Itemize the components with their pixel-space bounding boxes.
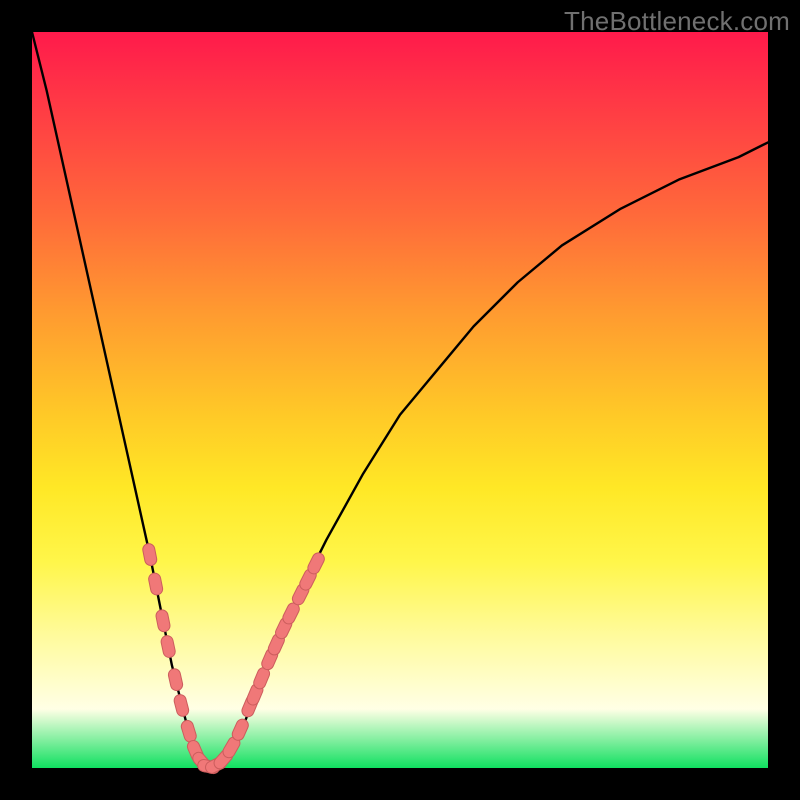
curve-marker — [230, 717, 250, 742]
watermark-text: TheBottleneck.com — [564, 6, 790, 37]
curve-marker — [160, 635, 176, 659]
bottleneck-plot — [32, 32, 768, 768]
curve-marker — [148, 572, 164, 596]
curve-marker — [167, 668, 184, 692]
curve-marker — [173, 693, 190, 717]
curve-marker — [142, 543, 158, 567]
bottleneck-curve — [32, 32, 768, 768]
chart-frame — [32, 32, 768, 768]
curve-marker — [155, 609, 171, 633]
curve-marker — [180, 719, 198, 744]
